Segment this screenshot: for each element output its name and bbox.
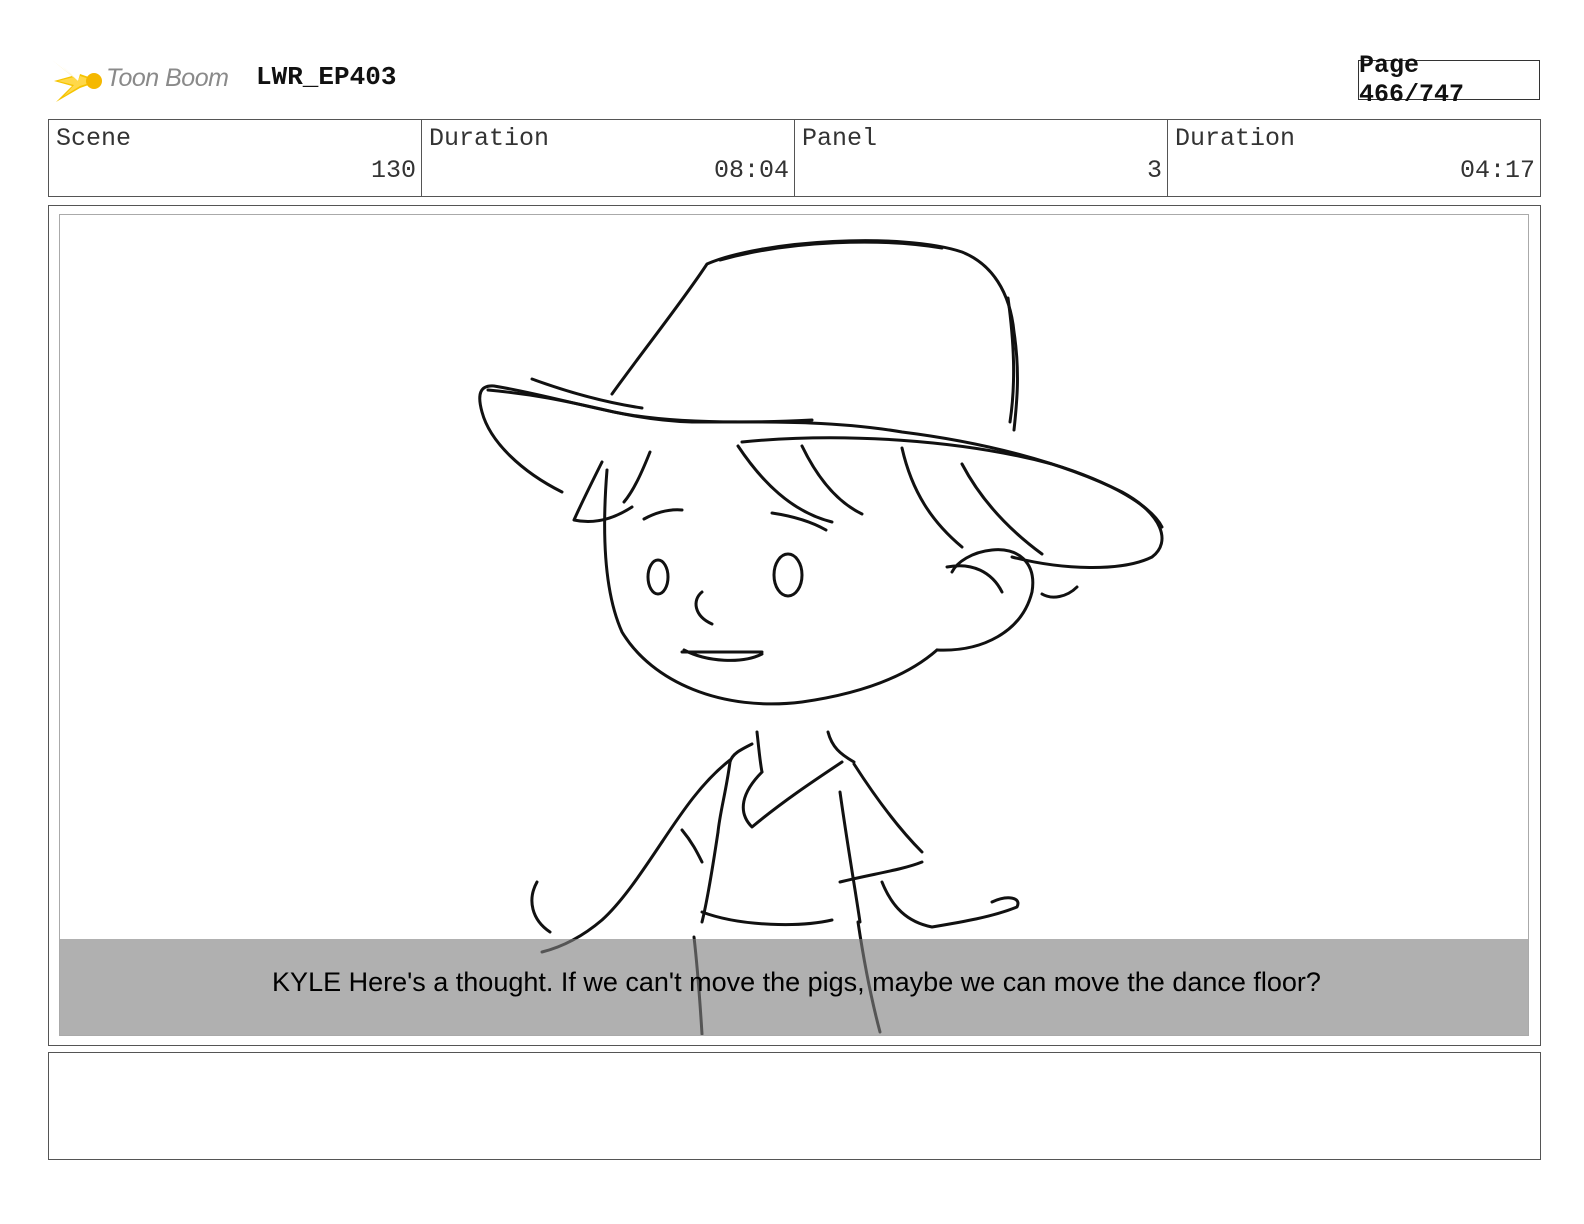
panel-cell: Panel 3 [795, 120, 1168, 196]
panel-value: 3 [1146, 156, 1162, 185]
scene-label: Scene [56, 124, 132, 153]
panel-duration-label: Duration [1175, 124, 1296, 153]
scene-value: 130 [370, 156, 416, 185]
scene-cell: Scene 130 [49, 120, 422, 196]
dialogue-caption: KYLE Here's a thought. If we can't move … [272, 967, 1321, 997]
dialogue-caption-bar: KYLE Here's a thought. If we can't move … [60, 939, 1528, 1035]
panel-duration-value: 04:17 [1459, 156, 1535, 185]
page-number: Page 466/747 [1358, 51, 1540, 109]
character-sketch [478, 239, 1164, 1035]
scene-duration-label: Duration [429, 124, 550, 153]
toon-boom-star-icon [52, 60, 102, 102]
scene-info-row: Scene 130 Duration 08:04 Panel 3 Duratio… [48, 119, 1541, 197]
storyboard-panel: KYLE Here's a thought. If we can't move … [48, 205, 1541, 1046]
logo-text: Toon Boom [106, 64, 229, 92]
panel-duration-cell: Duration 04:17 [1168, 120, 1540, 196]
episode-title: LWR_EP403 [256, 62, 397, 92]
scene-duration-cell: Duration 08:04 [422, 120, 795, 196]
panel-notes-box [48, 1052, 1541, 1160]
scene-duration-value: 08:04 [713, 156, 789, 185]
panel-image-area: KYLE Here's a thought. If we can't move … [59, 214, 1529, 1036]
panel-label: Panel [802, 124, 878, 153]
